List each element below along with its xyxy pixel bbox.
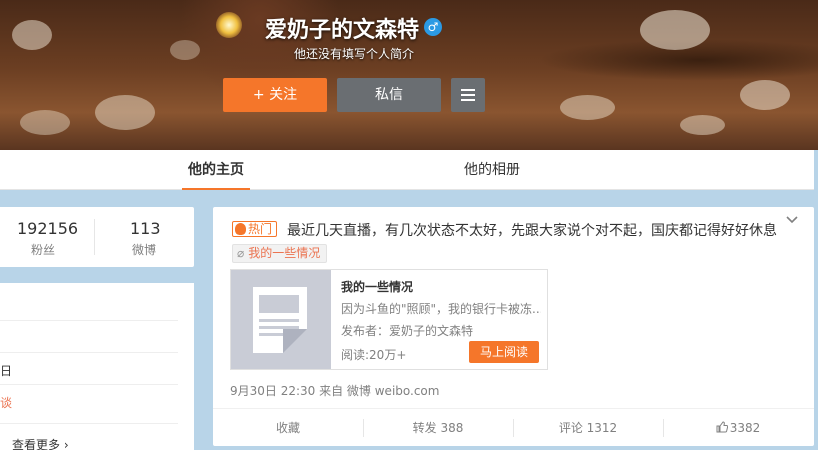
follow-button[interactable]: + 关注	[223, 78, 327, 112]
chevron-down-icon[interactable]	[785, 213, 799, 227]
view-more-link[interactable]: 查看更多 ›	[12, 436, 69, 450]
profile-intro: 他还没有填写个人简介	[294, 47, 415, 61]
article-publisher: 发布者：爱奶子的文森特	[341, 324, 474, 338]
article-title: 我的一些情况	[341, 280, 414, 294]
post-text: 最近几天直播，有几次状态不太好，先跟大家说个对不起，国庆都记得好好休息	[287, 223, 777, 239]
menu-icon	[461, 89, 475, 101]
document-icon	[253, 287, 307, 353]
fans-count[interactable]: 192156	[17, 219, 78, 238]
message-button[interactable]: 私信	[337, 78, 441, 112]
lamp-light	[216, 12, 242, 38]
cover-decor	[12, 20, 52, 50]
flame-icon	[235, 223, 246, 235]
read-now-button[interactable]: 马上阅读	[469, 341, 539, 363]
profile-info-box: 日 谈 查看更多 ›	[0, 283, 194, 450]
weibo-count[interactable]: 113	[130, 219, 161, 238]
hot-badge: 热门	[232, 221, 278, 237]
profile-nickname: 爱奶子的文森特	[265, 18, 420, 43]
fans-label: 粉丝	[31, 243, 56, 257]
cover-decor	[95, 95, 155, 130]
hot-label: 热门	[248, 222, 273, 236]
male-icon: ♂	[424, 18, 442, 36]
profile-tabs: 他的主页 他的相册	[0, 150, 814, 190]
article-preview[interactable]: 我的一些情况 因为斗鱼的"照顾"，我的银行卡被冻... 发布者：爱奶子的文森特 …	[230, 269, 548, 370]
cover-decor	[20, 110, 70, 135]
weibo-post-card: 热门 最近几天直播，有几次状态不太好，先跟大家说个对不起，国庆都记得好好休息 ⌀…	[213, 207, 814, 446]
comment-button[interactable]: 评论 1312	[513, 409, 663, 447]
collect-button[interactable]: 收藏	[213, 409, 363, 447]
divider	[0, 352, 178, 353]
topic-label: 我的一些情况	[248, 246, 321, 260]
article-reads: 阅读:20万+	[341, 348, 407, 362]
weibo-label: 微博	[132, 243, 157, 257]
more-menu-button[interactable]	[451, 78, 485, 112]
stats-divider	[94, 219, 95, 255]
thumbs-up-icon	[716, 421, 728, 433]
like-count: 3382	[729, 421, 761, 435]
like-button[interactable]: 3382	[663, 409, 813, 447]
divider	[0, 320, 178, 321]
cover-decor	[680, 115, 725, 135]
cover-decor	[740, 80, 790, 110]
tab-home[interactable]: 他的主页	[182, 150, 250, 190]
article-thumbnail	[231, 270, 331, 369]
divider	[0, 384, 178, 385]
topic-link[interactable]: ⌀ 我的一些情况	[232, 244, 328, 263]
article-desc: 因为斗鱼的"照顾"，我的银行卡被冻...	[341, 302, 541, 316]
info-item: 日	[0, 364, 13, 378]
cover-decor	[560, 95, 615, 120]
cover-decor	[170, 40, 200, 60]
cover-decor	[640, 10, 710, 50]
repost-button[interactable]: 转发 388	[363, 409, 513, 447]
post-meta[interactable]: 9月30日 22:30 来自 微博 weibo.com	[230, 382, 439, 399]
post-actions: 收藏 转发 388 评论 1312 3382	[213, 408, 814, 446]
tab-album[interactable]: 他的相册	[464, 150, 520, 190]
link-icon: ⌀	[237, 246, 245, 260]
info-item[interactable]: 谈	[0, 394, 12, 411]
profile-cover: 爱奶子的文森特 ♂ 他还没有填写个人简介 + 关注 私信	[0, 0, 818, 150]
divider	[0, 423, 178, 424]
profile-stats: 192156 粉丝 113 微博	[0, 207, 194, 267]
